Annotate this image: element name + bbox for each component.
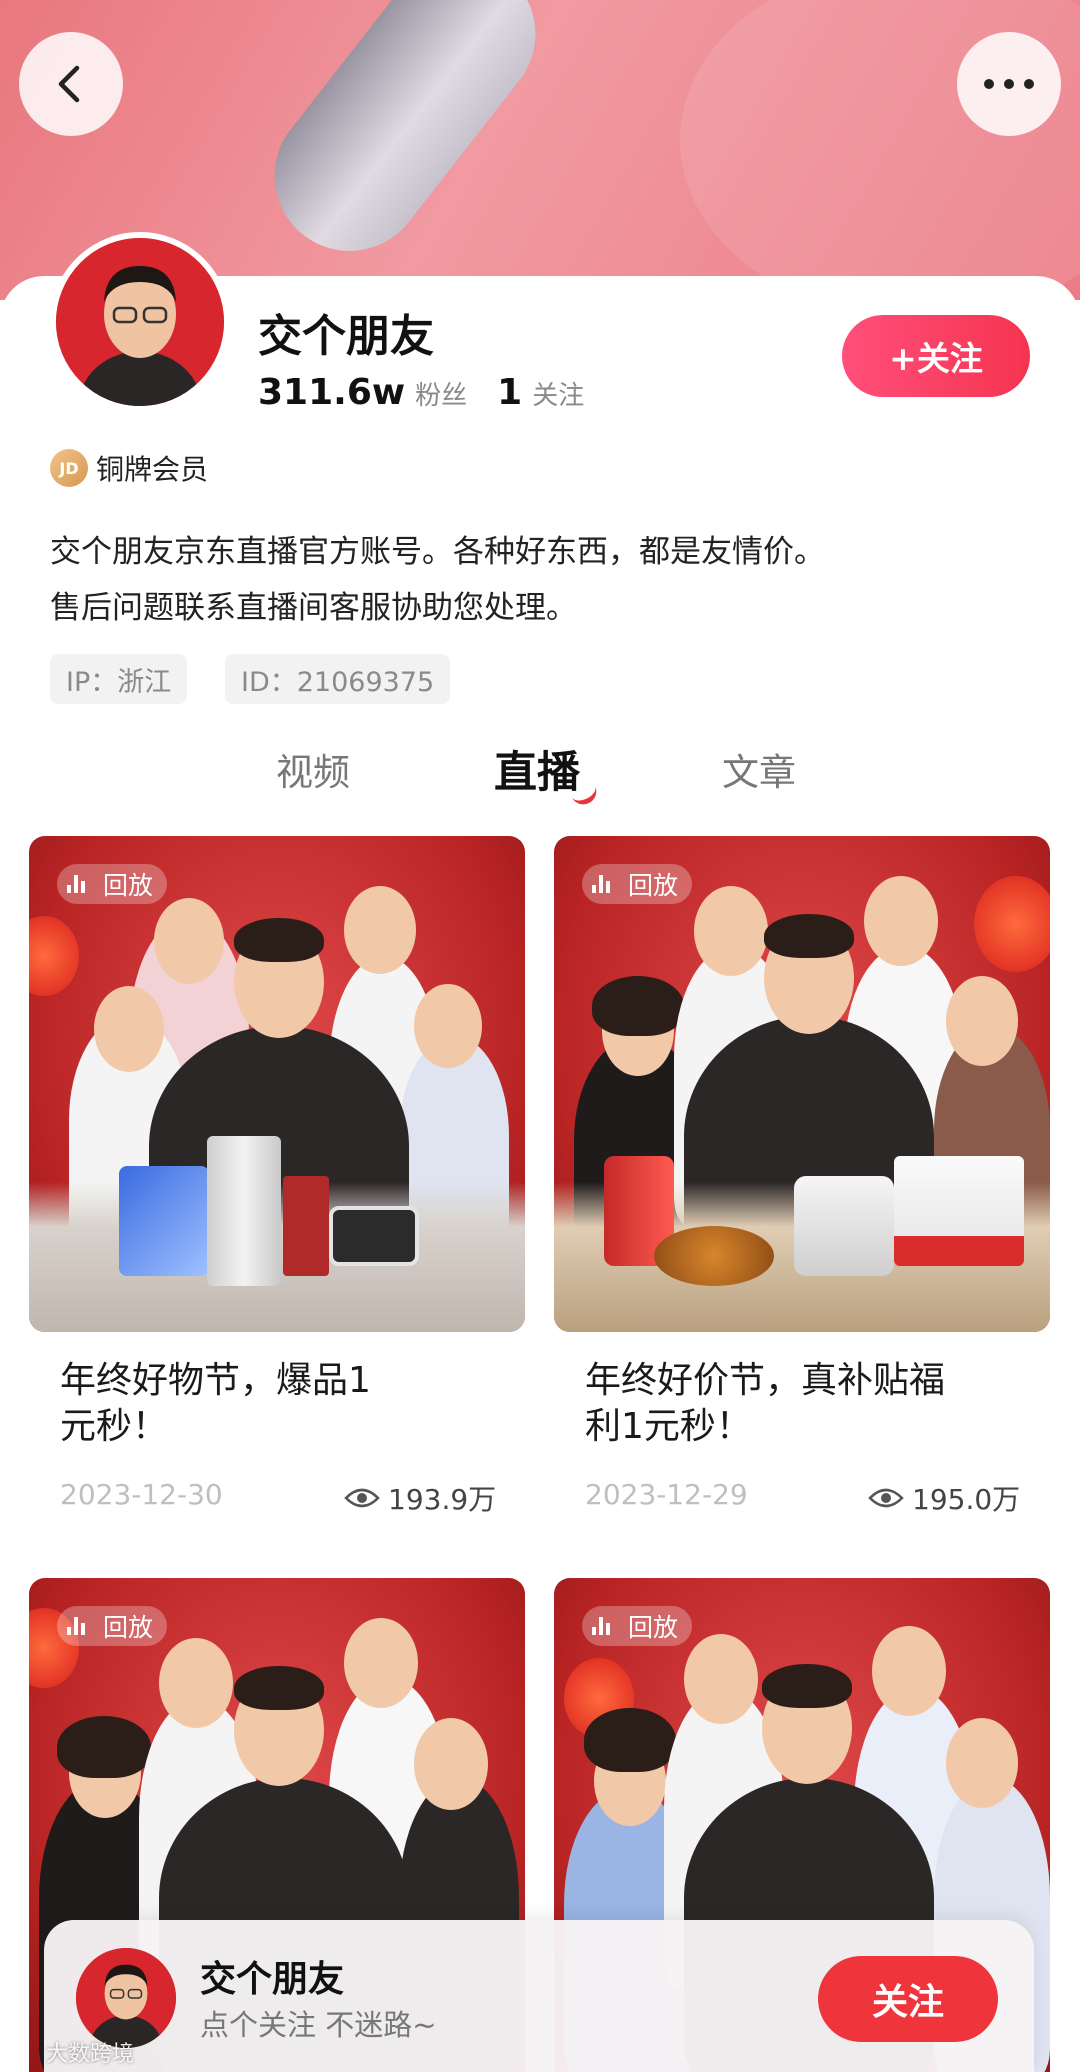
view-count: 195.0万: [868, 1478, 1020, 1518]
bio-line: 售后问题联系直播间客服协助您处理。: [50, 590, 577, 626]
host-figure: [234, 1666, 324, 1710]
chevron-left-icon: [58, 65, 80, 103]
host-figure: [872, 1626, 946, 1716]
lantern-decoration: [974, 876, 1050, 972]
product-tablet: [119, 1166, 209, 1276]
title-line: 利1元秒！: [585, 1406, 752, 1447]
tab-article[interactable]: 文章: [722, 742, 796, 796]
product-coffee-box: [283, 1176, 329, 1276]
bio-line: 交个朋友京东直播官方账号。各种好东西，都是友情价。: [50, 534, 825, 570]
host-figure: [764, 914, 854, 958]
title-line: 年终好价节，真补贴福: [585, 1360, 946, 1401]
host-figure: [684, 1634, 758, 1724]
host-figure: [694, 886, 768, 976]
avatar-image: [56, 238, 224, 406]
host-figure: [414, 984, 482, 1068]
more-button[interactable]: [957, 32, 1061, 136]
profile-stats: 311.6w 粉丝 1 关注: [258, 372, 614, 413]
host-figure: [946, 976, 1018, 1066]
replay-title[interactable]: 年终好物节，爆品1 元秒！: [60, 1358, 371, 1450]
avatar-image: [76, 1948, 176, 2048]
replay-date: 2023-12-30: [60, 1478, 223, 1511]
ip-tag: IP：浙江: [50, 654, 188, 704]
floating-follow-button[interactable]: 关注: [818, 1956, 998, 2042]
replay-bars-icon: [592, 1617, 610, 1635]
host-figure: [234, 918, 324, 962]
host-figure: [864, 876, 938, 966]
floating-follow-bar: 交个朋友 点个关注 不迷路~ 关注: [44, 1920, 1034, 2072]
replay-label: 回放: [628, 1613, 679, 1642]
floating-bar-subtitle: 点个关注 不迷路~: [200, 2008, 437, 2042]
replay-title[interactable]: 年终好价节，真补贴福 利1元秒！: [585, 1358, 945, 1450]
replay-card[interactable]: 回放: [29, 836, 525, 1332]
replay-badge: 回放: [57, 1606, 168, 1646]
replay-bars-icon: [67, 1617, 85, 1635]
host-figure: [584, 1708, 676, 1772]
following-label: 关注: [532, 381, 585, 411]
host-figure: [94, 986, 164, 1072]
title-line: 元秒！: [60, 1406, 169, 1447]
replay-date: 2023-12-29: [585, 1478, 748, 1511]
eye-icon: [868, 1488, 904, 1508]
host-figure: [762, 1664, 852, 1708]
host-figure: [344, 886, 416, 974]
host-figure: [344, 1618, 418, 1708]
watermark: 大数跨境: [46, 2042, 135, 2067]
host-figure: [592, 976, 684, 1036]
product-air-purifier: [207, 1136, 281, 1286]
lantern-decoration: [29, 916, 79, 996]
product-strawberry-box: [894, 1156, 1024, 1266]
banner-decoration: [244, 0, 566, 282]
replay-badge: 回放: [582, 864, 693, 904]
host-figure: [946, 1718, 1018, 1808]
member-badge-row[interactable]: JD 铜牌会员: [50, 448, 208, 488]
eye-icon: [344, 1488, 380, 1508]
host-figure: [414, 1718, 488, 1810]
product-fried-chicken: [654, 1226, 774, 1286]
product-foot-bath: [794, 1176, 894, 1276]
profile-name: 交个朋友: [258, 311, 434, 362]
host-figure: [57, 1716, 151, 1778]
fans-label: 粉丝: [415, 381, 468, 411]
floating-bar-name: 交个朋友: [200, 1959, 345, 2000]
replay-bars-icon: [592, 875, 610, 893]
tab-video[interactable]: 视频: [276, 742, 350, 796]
jd-member-icon: JD: [50, 449, 88, 487]
replay-card[interactable]: 回放: [554, 836, 1050, 1332]
host-figure: [154, 898, 224, 984]
view-count: 193.9万: [344, 1478, 496, 1518]
view-count-value: 195.0万: [912, 1483, 1021, 1516]
view-count-value: 193.9万: [388, 1483, 497, 1516]
replay-label: 回放: [103, 1613, 154, 1642]
replay-badge: 回放: [57, 864, 168, 904]
avatar[interactable]: [76, 1948, 176, 2048]
profile-bio: 交个朋友京东直播官方账号。各种好东西，都是友情价。 售后问题联系直播间客服协助您…: [50, 524, 825, 636]
tab-live[interactable]: 直播: [494, 738, 580, 800]
product-game-console: [329, 1206, 419, 1266]
replay-label: 回放: [628, 871, 679, 900]
more-horizontal-icon: [984, 79, 1034, 89]
follow-button[interactable]: +关注: [842, 315, 1030, 397]
replay-label: 回放: [103, 871, 154, 900]
fans-count[interactable]: 311.6w: [258, 372, 405, 413]
title-line: 年终好物节，爆品1: [60, 1360, 371, 1401]
avatar[interactable]: [50, 232, 230, 412]
replay-bars-icon: [67, 875, 85, 893]
following-count[interactable]: 1: [497, 372, 522, 413]
replay-badge: 回放: [582, 1606, 693, 1646]
back-button[interactable]: [19, 32, 123, 136]
member-level: 铜牌会员: [96, 453, 209, 486]
id-tag: ID：21069375: [225, 654, 451, 704]
host-figure: [159, 1638, 233, 1728]
